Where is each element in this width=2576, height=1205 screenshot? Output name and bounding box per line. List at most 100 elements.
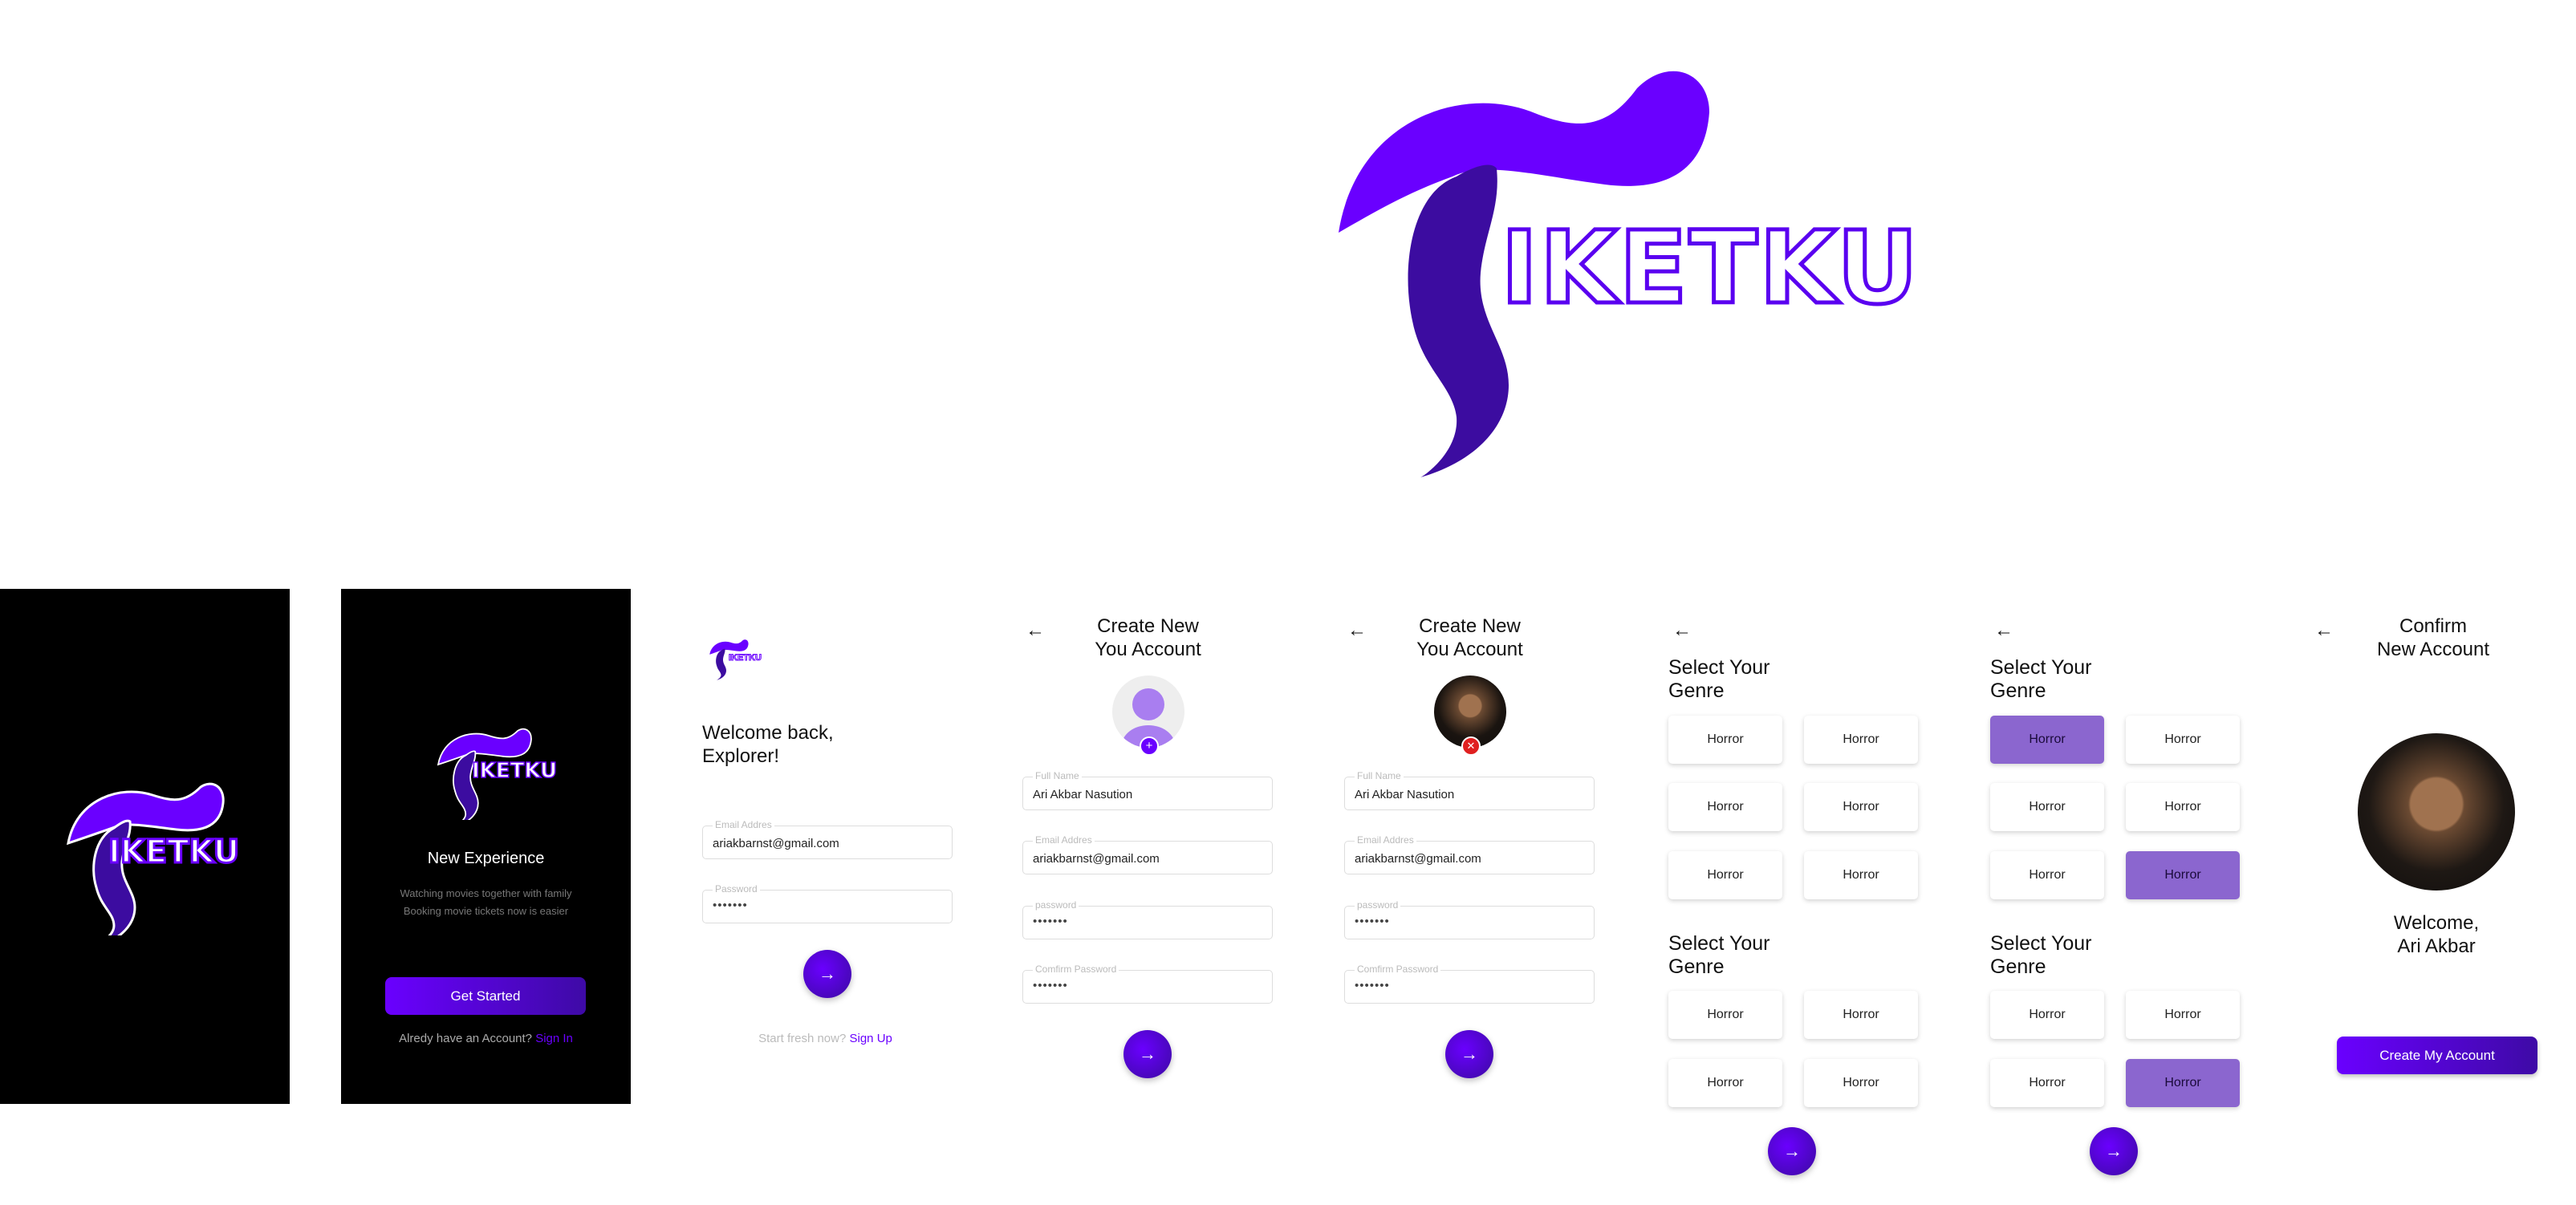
avatar-head <box>1132 688 1164 720</box>
splash-brand-word: IKETKU <box>107 833 240 872</box>
hero-logo: IKETKU <box>1332 56 1920 489</box>
fullname-value: Ari Akbar Nasution <box>1033 788 1133 801</box>
confirm-title-line-2: New Account <box>2376 639 2490 660</box>
genre-title-line-2: Genre <box>1990 680 2046 702</box>
password-field[interactable]: Password ••••••• <box>702 883 953 923</box>
genre-option[interactable]: Horror <box>1804 716 1918 764</box>
password-label: password <box>1355 899 1401 911</box>
genre-next-button[interactable]: → <box>1768 1127 1816 1175</box>
email-field[interactable]: Email Addres ariakbarnst@gmail.com <box>702 819 953 859</box>
genre-option[interactable]: Horror <box>1668 783 1782 831</box>
genre-title-top: Select Your Genre <box>1990 656 2092 703</box>
genre-option[interactable]: Horror <box>1990 991 2104 1039</box>
password-field[interactable]: password ••••••• <box>1344 899 1595 939</box>
genre-option[interactable]: Horror <box>1804 851 1918 899</box>
onboarding-title: New Experience <box>427 850 545 867</box>
genre-option[interactable]: Horror <box>2126 716 2240 764</box>
onboarding-subtitle-2: Booking movie tickets now is easier <box>403 905 569 917</box>
genre-option[interactable]: Horror <box>1668 851 1782 899</box>
fullname-label: Full Name <box>1355 770 1404 781</box>
genre-screen: ← Select Your Genre Horror Horror Horror… <box>1647 589 1936 1175</box>
genre-option[interactable]: Horror <box>1668 716 1782 764</box>
login-next-button[interactable]: → <box>803 950 851 998</box>
signup-prompt: Start fresh now? <box>758 1032 847 1045</box>
genre-option[interactable]: Horror <box>1804 1059 1918 1107</box>
back-arrow-icon[interactable]: ← <box>1672 619 1692 642</box>
fullname-value: Ari Akbar Nasution <box>1355 788 1455 801</box>
genre-option[interactable]: Horror <box>2126 783 2240 831</box>
genre-option[interactable]: Horror <box>1668 1059 1782 1107</box>
arrow-right-icon: → <box>1139 1044 1156 1064</box>
password-value: ••••••• <box>1355 915 1390 928</box>
user-photo <box>2358 733 2515 891</box>
genre-option[interactable]: Horror <box>1804 783 1918 831</box>
confirm-password-value: ••••••• <box>1355 979 1390 992</box>
email-field[interactable]: Email Addres ariakbarnst@gmail.com <box>1022 834 1273 874</box>
arrow-right-icon: → <box>1461 1044 1478 1064</box>
password-label: Password <box>713 883 760 895</box>
email-label: Email Addres <box>713 819 774 830</box>
genre-selected-screen: ← Select Your Genre Horror Horror Horror… <box>1969 589 2258 1175</box>
plus-circle-icon[interactable]: + <box>1140 736 1159 756</box>
confirm-password-label: Comfirm Password <box>1355 964 1441 975</box>
genre-option[interactable]: Horror <box>1668 991 1782 1039</box>
genre-option[interactable]: Horror <box>2126 991 2240 1039</box>
genre-title-bottom: Select Your Genre <box>1990 932 2092 979</box>
email-label: Email Addres <box>1355 834 1416 846</box>
signup-next-button[interactable]: → <box>1445 1030 1493 1078</box>
genre-title-line-1: Select Your <box>1990 656 2092 679</box>
genre-title-line-2: Genre <box>1668 955 1725 978</box>
genre-option[interactable]: Horror <box>1990 783 2104 831</box>
onboarding-brand-word: IKETKU <box>471 758 558 784</box>
signup-title: Create New You Account <box>1003 615 1293 661</box>
signup-title-line-2: You Account <box>1095 639 1201 660</box>
genre-title-line-1: Select Your <box>1668 932 1770 955</box>
genre-option[interactable]: Horror <box>1990 1059 2104 1107</box>
confirm-screen: ← Confirm New Account Welcome, Ari Akbar… <box>2290 589 2576 1104</box>
genre-option-selected[interactable]: Horror <box>2126 1059 2240 1107</box>
hero-brand-word: IKETKU <box>1498 210 1920 327</box>
password-field[interactable]: password ••••••• <box>1022 899 1273 939</box>
signin-link[interactable]: Sign In <box>535 1032 573 1045</box>
get-started-button[interactable]: Get Started <box>385 977 586 1015</box>
fullname-field[interactable]: Full Name Ari Akbar Nasution <box>1022 770 1273 810</box>
confirm-password-field[interactable]: Comfirm Password ••••••• <box>1344 964 1595 1004</box>
password-value: ••••••• <box>713 899 748 912</box>
welcome-line-2: Explorer! <box>702 745 780 767</box>
signup-photo-screen: ← Create New You Account ✕ Full Name Ari… <box>1325 589 1615 1104</box>
signup-title-line-1: Create New <box>1419 615 1521 637</box>
fullname-field[interactable]: Full Name Ari Akbar Nasution <box>1344 770 1595 810</box>
genre-title-bottom: Select Your Genre <box>1668 932 1770 979</box>
genre-next-button[interactable]: → <box>2090 1127 2138 1175</box>
login-screen: IKETKU Welcome back, Explorer! Email Add… <box>681 589 970 1104</box>
close-circle-icon[interactable]: ✕ <box>1461 736 1481 756</box>
confirm-title: Confirm New Account <box>2290 615 2576 661</box>
confirm-password-label: Comfirm Password <box>1033 964 1119 975</box>
genre-option[interactable]: Horror <box>1990 851 2104 899</box>
signin-prompt: Alredy have an Account? <box>399 1032 533 1045</box>
email-field[interactable]: Email Addres ariakbarnst@gmail.com <box>1344 834 1595 874</box>
confirm-title-line-1: Confirm <box>2399 615 2467 637</box>
confirm-welcome-line-1: Welcome, <box>2393 912 2480 934</box>
signup-title-line-1: Create New <box>1097 615 1199 637</box>
welcome-line-1: Welcome back, <box>702 722 834 744</box>
genre-option[interactable]: Horror <box>1804 991 1918 1039</box>
confirm-password-field[interactable]: Comfirm Password ••••••• <box>1022 964 1273 1004</box>
confirm-welcome: Welcome, Ari Akbar <box>2290 911 2576 958</box>
signup-link[interactable]: Sign Up <box>850 1032 892 1045</box>
arrow-right-icon: → <box>819 964 836 984</box>
genre-option-selected[interactable]: Horror <box>2126 851 2240 899</box>
login-brand-word: IKETKU <box>729 653 762 663</box>
genre-title-top: Select Your Genre <box>1668 656 1770 703</box>
back-arrow-icon[interactable]: ← <box>1994 619 2013 642</box>
signup-screen: ← Create New You Account + Full Name Ari… <box>1003 589 1293 1104</box>
genre-title-line-2: Genre <box>1668 680 1725 702</box>
signup-next-button[interactable]: → <box>1123 1030 1172 1078</box>
password-label: password <box>1033 899 1079 911</box>
splash-screen: IKETKU <box>0 589 290 1104</box>
genre-title-line-1: Select Your <box>1990 932 2092 955</box>
genre-option-selected[interactable]: Horror <box>1990 716 2104 764</box>
confirm-password-value: ••••••• <box>1033 979 1068 992</box>
confirm-welcome-line-2: Ari Akbar <box>2397 935 2476 957</box>
create-account-button[interactable]: Create My Account <box>2337 1037 2537 1074</box>
